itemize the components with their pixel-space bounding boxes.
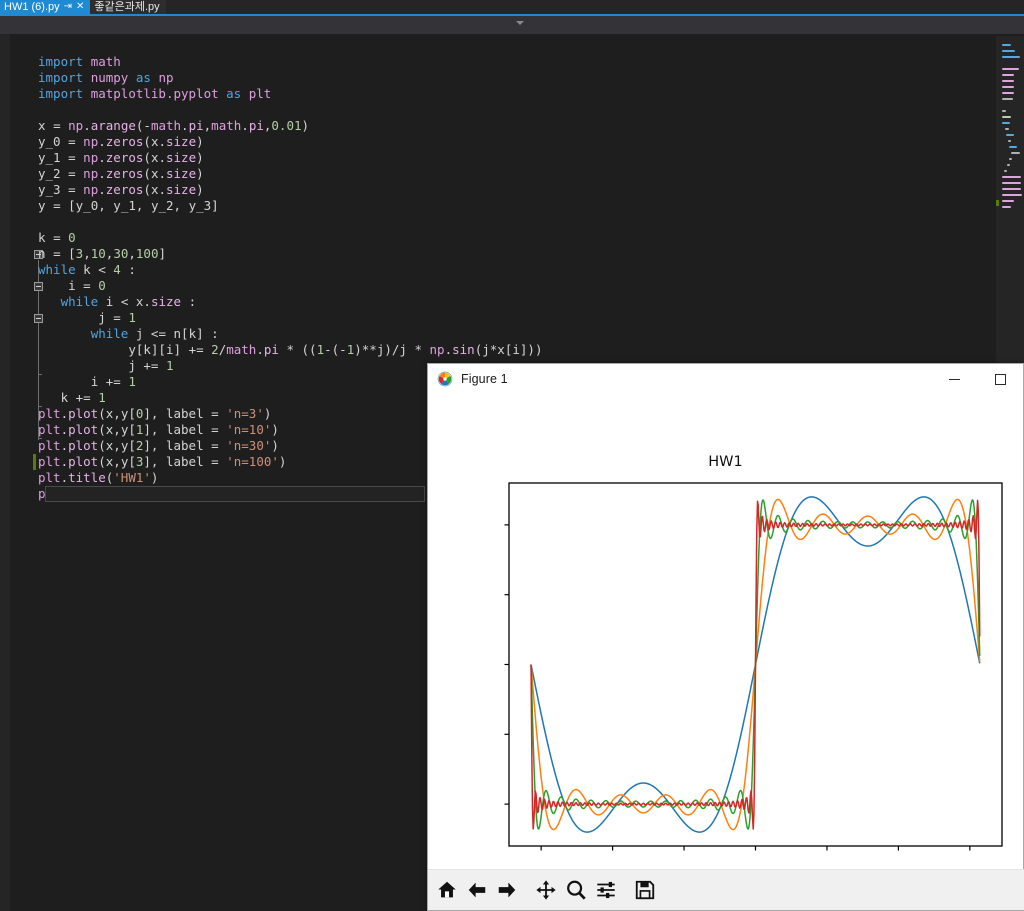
maximize-icon — [994, 373, 1006, 385]
figure-window-title: Figure 1 — [461, 372, 508, 386]
minimap-slider[interactable] — [996, 36, 1024, 364]
matplotlib-logo-icon — [437, 371, 453, 387]
pan-move-icon[interactable] — [531, 875, 561, 905]
editor-gutter-strip — [0, 34, 10, 911]
minimap-change-marker — [996, 200, 999, 206]
current-line-highlight[interactable] — [45, 486, 425, 502]
series-line-n=100 — [530, 499, 981, 830]
git-change-bar — [33, 454, 36, 470]
editor-tab-bar: HW1 (6).py ⇥ ✕ 좋같은과제.py — [0, 0, 1024, 14]
window-controls — [931, 364, 1023, 394]
tab-hw1-py[interactable]: HW1 (6).py ⇥ ✕ — [0, 0, 91, 14]
save-floppy-icon[interactable] — [630, 875, 660, 905]
tab-second-file[interactable]: 좋같은과제.py — [90, 0, 166, 14]
figure-title-bar[interactable]: Figure 1 — [428, 364, 1023, 394]
figure-navigation-toolbar[interactable] — [428, 869, 1024, 910]
plot-axes — [504, 482, 1003, 851]
tab-label: HW1 (6).py — [4, 1, 60, 13]
zoom-magnifier-icon[interactable] — [561, 875, 591, 905]
chevron-down-icon[interactable] — [516, 21, 524, 25]
code-folding-gutter[interactable] — [10, 34, 43, 911]
minimize-icon — [948, 378, 960, 380]
matplotlib-figure-window[interactable]: Figure 1 HW1 1.0 0.5 0.0 −0.5 −1.0 −3 −2… — [427, 363, 1024, 911]
figure-canvas[interactable]: HW1 1.0 0.5 0.0 −0.5 −1.0 −3 −2 −1 0 1 2… — [428, 394, 1023, 893]
home-icon[interactable] — [432, 875, 462, 905]
maximize-button[interactable] — [977, 364, 1023, 394]
tab-label: 좋같은과제.py — [94, 1, 160, 13]
pin-icon[interactable]: ⇥ — [64, 2, 72, 12]
back-arrow-icon[interactable] — [462, 875, 492, 905]
minimize-button[interactable] — [931, 364, 977, 394]
configure-subplots-icon[interactable] — [591, 875, 621, 905]
close-icon[interactable]: ✕ — [76, 2, 84, 12]
forward-arrow-icon[interactable] — [492, 875, 522, 905]
breadcrumb — [0, 16, 1024, 35]
